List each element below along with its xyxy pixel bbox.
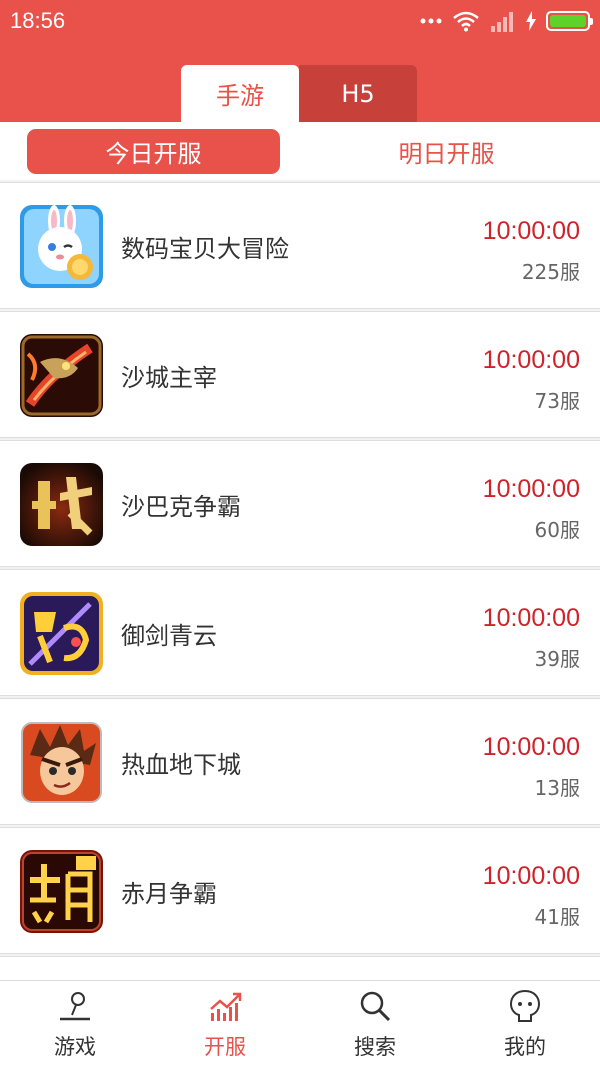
list-item[interactable]: 沙巴克争霸 10:00:00 60服 bbox=[0, 440, 600, 567]
bottom-nav: 游戏 开服 搜索 我的 bbox=[0, 980, 600, 1067]
open-time: 10:00:00 bbox=[482, 862, 580, 890]
top-tabs: 手游 H5 bbox=[181, 65, 417, 122]
list-item[interactable]: 赤月争霸 10:00:00 41服 bbox=[0, 827, 600, 954]
tab-tomorrow-servers[interactable]: 明日开服 bbox=[320, 129, 573, 174]
yujian-logo-icon bbox=[20, 592, 103, 675]
bunny-mascot-icon bbox=[20, 205, 103, 288]
tab-mobile-games[interactable]: 手游 bbox=[181, 65, 299, 122]
sub-tabs: 今日开服 明日开服 bbox=[0, 122, 600, 180]
joystick-icon bbox=[60, 992, 90, 1021]
nav-profile[interactable]: 我的 bbox=[450, 981, 600, 1067]
nav-label: 游戏 bbox=[54, 1035, 96, 1059]
game-name: 数码宝贝大冒险 bbox=[121, 235, 289, 263]
search-icon bbox=[360, 991, 391, 1022]
list-item[interactable]: 数码宝贝大冒险 10:00:00 225服 bbox=[0, 182, 600, 309]
nav-label: 我的 bbox=[504, 1035, 546, 1059]
nav-games[interactable]: 游戏 bbox=[0, 981, 150, 1067]
game-name: 赤月争霸 bbox=[121, 880, 217, 908]
more-dots-icon bbox=[420, 18, 442, 24]
server-number: 41服 bbox=[534, 905, 580, 929]
open-time: 10:00:00 bbox=[482, 475, 580, 503]
open-time: 10:00:00 bbox=[482, 346, 580, 374]
wifi-icon bbox=[453, 11, 479, 32]
tab-today-servers[interactable]: 今日开服 bbox=[27, 129, 280, 174]
status-bar: 18:56 bbox=[0, 0, 600, 42]
game-name: 御剑青云 bbox=[121, 622, 217, 650]
charging-bolt-icon bbox=[526, 11, 536, 31]
status-icons bbox=[420, 9, 593, 33]
anime-hero-icon bbox=[20, 721, 103, 804]
chiyue-logo-icon bbox=[20, 850, 103, 933]
status-time: 18:56 bbox=[10, 8, 66, 33]
server-number: 225服 bbox=[521, 260, 580, 284]
game-name: 热血地下城 bbox=[121, 751, 241, 779]
tab-h5[interactable]: H5 bbox=[299, 65, 417, 122]
chart-up-icon bbox=[210, 992, 242, 1021]
server-number: 73服 bbox=[534, 389, 580, 413]
user-face-icon bbox=[509, 989, 541, 1022]
open-time: 10:00:00 bbox=[482, 604, 580, 632]
list-item[interactable]: 御剑青云 10:00:00 39服 bbox=[0, 569, 600, 696]
nav-label: 开服 bbox=[204, 1035, 246, 1059]
zhan-character-icon bbox=[20, 463, 103, 546]
game-name: 沙城主宰 bbox=[121, 364, 217, 392]
server-number: 60服 bbox=[534, 518, 580, 542]
app-header: 18:56 手游 H5 bbox=[0, 0, 600, 122]
nav-label: 搜索 bbox=[354, 1035, 396, 1059]
nav-server-open[interactable]: 开服 bbox=[150, 981, 300, 1067]
server-number: 39服 bbox=[534, 647, 580, 671]
list-item[interactable]: 沙城主宰 10:00:00 73服 bbox=[0, 311, 600, 438]
battery-icon bbox=[546, 11, 593, 31]
game-name: 沙巴克争霸 bbox=[121, 493, 241, 521]
server-number: 13服 bbox=[534, 776, 580, 800]
dragon-sword-icon bbox=[20, 334, 103, 417]
nav-search[interactable]: 搜索 bbox=[300, 981, 450, 1067]
open-time: 10:00:00 bbox=[482, 217, 580, 245]
open-time: 10:00:00 bbox=[482, 733, 580, 761]
signal-icon bbox=[491, 12, 513, 32]
list-item[interactable]: 热血地下城 10:00:00 13服 bbox=[0, 698, 600, 825]
